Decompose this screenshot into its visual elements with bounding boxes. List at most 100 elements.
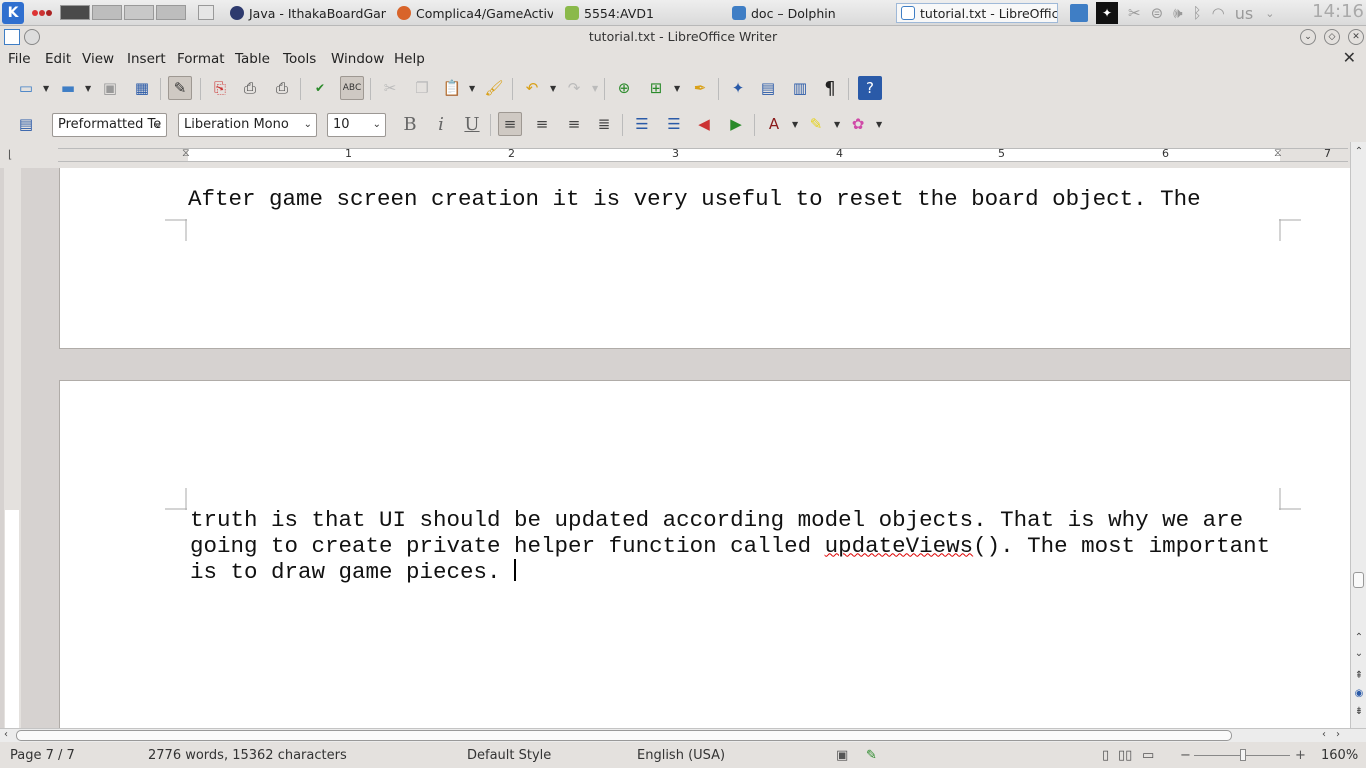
multi-page-view-icon[interactable]: ▯▯ — [1118, 748, 1132, 763]
single-page-view-icon[interactable]: ▯ — [1102, 748, 1109, 763]
left-indent-marker-icon[interactable]: ⧖ — [182, 146, 190, 160]
clock[interactable]: 14:16 — [1312, 1, 1364, 22]
next-page-icon[interactable]: ⇟ — [1353, 706, 1365, 718]
horizontal-ruler[interactable]: ⌊ ⧖ ⧖ 1 2 3 4 5 6 7 — [0, 142, 1350, 168]
bluetooth-icon[interactable]: ᛒ — [1193, 4, 1202, 22]
paste-icon[interactable]: 📋 — [440, 76, 464, 100]
tray-expand-icon[interactable]: ⌄ — [1265, 7, 1274, 20]
styles-formatting-icon[interactable]: ▤ — [14, 112, 38, 136]
zoom-level[interactable]: 160% — [1321, 748, 1358, 763]
increase-indent-icon[interactable]: ▶ — [724, 112, 748, 136]
autospellcheck-icon[interactable]: ABC — [340, 76, 364, 100]
background-color-dropdown-icon[interactable]: ▼ — [876, 120, 882, 129]
menu-table[interactable]: Table — [235, 51, 270, 67]
volume-icon[interactable]: 🕪 — [1173, 4, 1182, 22]
activities-icon[interactable] — [32, 0, 53, 26]
background-color-icon[interactable]: ✿ — [846, 112, 870, 136]
page-indicator[interactable]: Page 7 / 7 — [10, 748, 75, 763]
scroll-up-icon[interactable]: ⌃ — [1353, 632, 1365, 644]
menu-insert[interactable]: Insert — [127, 51, 166, 67]
scroll-left-icon[interactable]: ‹ — [1322, 729, 1326, 740]
book-view-icon[interactable]: ▭ — [1142, 748, 1154, 763]
edit-mode-icon[interactable]: ✎ — [168, 76, 192, 100]
gallery-icon[interactable]: ▤ — [756, 76, 780, 100]
italic-icon[interactable]: i — [429, 112, 453, 136]
export-pdf-icon[interactable]: ⎘ — [208, 76, 232, 100]
justify-icon[interactable]: ≣ — [592, 112, 616, 136]
new-dropdown-icon[interactable]: ▼ — [43, 84, 49, 93]
table-dropdown-icon[interactable]: ▼ — [674, 84, 680, 93]
dropbox-icon[interactable]: ✦ — [1096, 2, 1118, 24]
clipboard-icon[interactable] — [1070, 4, 1088, 22]
previous-page-icon[interactable]: ⇞ — [1353, 670, 1365, 682]
menu-tools[interactable]: Tools — [283, 51, 316, 67]
open-icon[interactable]: ▬ — [56, 76, 80, 100]
align-left-icon[interactable]: ≡ — [498, 112, 522, 136]
save-all-icon[interactable]: ▦ — [130, 76, 154, 100]
vertical-ruler[interactable] — [4, 168, 21, 728]
clone-formatting-icon[interactable]: 🖌 — [482, 76, 506, 100]
misspelled-word[interactable]: updateViews — [825, 533, 974, 559]
paragraph-text[interactable]: truth is that UI should be updated accor… — [190, 507, 1270, 586]
paragraph-text[interactable]: After game screen creation it is very us… — [188, 186, 1201, 213]
navigation-icon[interactable]: ◉ — [1353, 688, 1365, 700]
document-modified-icon[interactable]: ✎ — [866, 748, 877, 763]
font-size-select[interactable]: 10 ⌄ — [327, 113, 386, 137]
page-style[interactable]: Default Style — [467, 748, 551, 763]
print-icon[interactable]: ⎙ — [238, 76, 262, 100]
data-sources-icon[interactable]: ▥ — [788, 76, 812, 100]
maximize-icon[interactable]: ◇ — [1324, 29, 1340, 45]
wifi-icon[interactable]: ◠ — [1212, 4, 1225, 22]
menu-file[interactable]: File — [8, 51, 31, 67]
task-firefox[interactable]: Complica4/GameActivi — [393, 3, 553, 23]
navigator-icon[interactable]: ✦ — [726, 76, 750, 100]
font-color-icon[interactable]: A — [762, 112, 786, 136]
align-center-icon[interactable]: ≡ — [530, 112, 554, 136]
desktop-pager-4[interactable] — [156, 5, 186, 20]
keyboard-layout[interactable]: us — [1235, 4, 1253, 23]
tab-stop-type-icon[interactable]: ⌊ — [8, 148, 12, 161]
desktop-pager-2[interactable] — [92, 5, 122, 20]
menu-view[interactable]: View — [82, 51, 114, 67]
undo-icon[interactable]: ↶ — [520, 76, 544, 100]
kde-launcher-icon[interactable]: K — [2, 2, 24, 24]
open-dropdown-icon[interactable]: ▼ — [85, 84, 91, 93]
bold-icon[interactable]: B — [398, 112, 422, 136]
paragraph-style-select[interactable]: Preformatted Te ⌄ — [52, 113, 167, 137]
desktop-pager-3[interactable] — [124, 5, 154, 20]
desktop-pager-1[interactable] — [60, 5, 90, 20]
close-window-icon[interactable]: ✕ — [1348, 29, 1364, 45]
word-count[interactable]: 2776 words, 15362 characters — [148, 748, 347, 763]
selection-mode-icon[interactable]: ▣ — [836, 748, 848, 763]
formatting-marks-icon[interactable]: ¶ — [818, 76, 842, 100]
window-menu-icon[interactable] — [24, 29, 40, 45]
highlighting-icon[interactable]: ✎ — [804, 112, 828, 136]
task-writer[interactable]: tutorial.txt - LibreOffic — [896, 3, 1058, 23]
zoom-slider-handle[interactable] — [1240, 749, 1246, 761]
draw-functions-icon[interactable]: ✒ — [688, 76, 712, 100]
menu-edit[interactable]: Edit — [45, 51, 71, 67]
print-preview-icon[interactable]: ⎙ — [270, 76, 294, 100]
minimize-icon[interactable]: ⌄ — [1300, 29, 1316, 45]
copy-icon[interactable]: ❐ — [410, 76, 434, 100]
scroll-up-icon[interactable]: ⌃ — [1353, 146, 1365, 158]
menu-window[interactable]: Window — [331, 51, 384, 67]
language[interactable]: English (USA) — [637, 748, 725, 763]
spellcheck-icon[interactable]: ✔ — [308, 76, 332, 100]
menu-help[interactable]: Help — [394, 51, 425, 67]
highlighting-dropdown-icon[interactable]: ▼ — [834, 120, 840, 129]
scroll-right-icon[interactable]: › — [1336, 729, 1340, 740]
document-area[interactable]: After game screen creation it is very us… — [22, 168, 1350, 728]
underline-icon[interactable]: U — [460, 112, 484, 136]
vertical-scroll-thumb[interactable] — [1353, 572, 1364, 588]
bullet-list-icon[interactable]: ☰ — [662, 112, 686, 136]
right-indent-marker-icon[interactable]: ⧖ — [1274, 146, 1282, 160]
task-dolphin[interactable]: doc – Dolphin — [728, 3, 888, 23]
horizontal-scrollbar[interactable]: ‹ ‹ › — [0, 728, 1366, 742]
save-icon[interactable]: ▣ — [98, 76, 122, 100]
menu-format[interactable]: Format — [177, 51, 225, 67]
help-icon[interactable]: ? — [858, 76, 882, 100]
close-document-icon[interactable]: ✕ — [1343, 48, 1356, 67]
numbered-list-icon[interactable]: ☰ — [630, 112, 654, 136]
insert-table-icon[interactable]: ⊞ — [644, 76, 668, 100]
